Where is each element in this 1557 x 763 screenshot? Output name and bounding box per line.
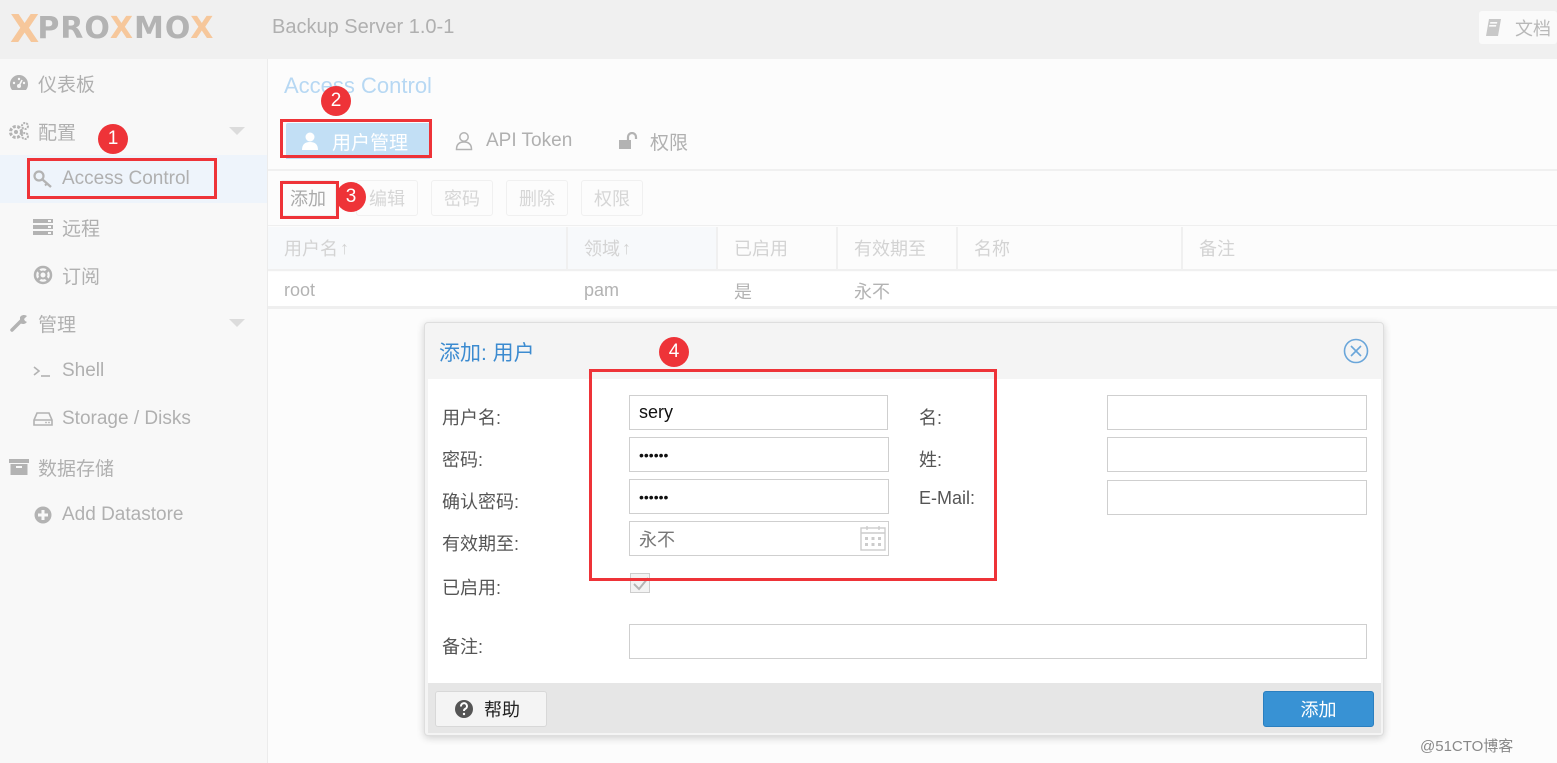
cell-realm: pam <box>584 280 620 300</box>
sidebar-item-label: 数据存储 <box>38 458 115 480</box>
sidebar-item-label: 远程 <box>62 218 101 240</box>
unlock-icon <box>618 131 638 151</box>
product-version: Backup Server 1.0-1 <box>272 16 455 38</box>
column-header-realm[interactable]: 领域 ↑ <box>568 227 718 269</box>
sidebar-item-label: 仪表板 <box>38 74 96 96</box>
lastname-input[interactable] <box>1107 437 1367 472</box>
annotation-marker-1: 1 <box>98 124 128 154</box>
cell-comment <box>1183 272 1557 309</box>
sidebar-item-label: 管理 <box>38 314 77 336</box>
table-row[interactable]: root pam 是 永不 <box>268 272 1557 309</box>
collapse-caret-icon[interactable] <box>229 127 245 135</box>
sidebar-item-dashboard[interactable]: 仪表板 <box>0 59 267 107</box>
close-icon[interactable] <box>1343 338 1369 364</box>
sidebar-item-configuration[interactable]: 配置 <box>0 107 267 155</box>
proxmox-logo: X PROXMOX <box>10 7 215 51</box>
dialog-footer: 帮助 添加 <box>428 683 1381 733</box>
annotation-box-4 <box>589 369 997 581</box>
sidebar-item-shell[interactable]: Shell <box>0 347 267 395</box>
user-outline-icon <box>454 131 474 151</box>
tab-bar: 用户管理 API Token 权限 <box>268 121 1557 171</box>
watermark: @51CTO博客 <box>1420 738 1514 755</box>
permissions-button[interactable]: 权限 <box>581 180 643 216</box>
help-label: 帮助 <box>484 700 520 720</box>
question-circle-icon <box>454 699 474 719</box>
dashboard-icon <box>8 73 30 93</box>
delete-button[interactable]: 删除 <box>506 180 568 216</box>
cell-username: root <box>284 280 316 300</box>
tab-api-token[interactable]: API Token <box>440 123 590 159</box>
gears-icon <box>8 121 30 141</box>
sidebar-item-datastore[interactable]: 数据存储 <box>0 443 267 491</box>
server-icon <box>32 217 54 237</box>
collapse-caret-icon[interactable] <box>229 319 245 327</box>
annotation-marker-4: 4 <box>659 337 689 367</box>
documentation-label: 文档 <box>1515 18 1551 39</box>
plus-circle-icon <box>32 505 54 525</box>
sidebar-item-label: Shell <box>62 360 105 381</box>
cell-expire: 永不 <box>854 281 890 302</box>
wrench-icon <box>8 313 30 333</box>
annotation-box-1 <box>27 158 217 199</box>
comment-label: 备注: <box>442 637 484 657</box>
annotation-box-2 <box>280 119 432 158</box>
enabled-label: 已启用: <box>442 578 502 598</box>
book-icon <box>1485 18 1503 38</box>
annotation-marker-2: 2 <box>321 86 351 116</box>
sidebar-item-label: 配置 <box>38 122 77 144</box>
logo-wordmark: PROXMOX <box>37 11 215 46</box>
sidebar-item-remotes[interactable]: 远程 <box>0 203 267 251</box>
sidebar-item-subscription[interactable]: 订阅 <box>0 251 267 299</box>
tab-label: API Token <box>486 130 573 151</box>
sidebar-item-storage-disks[interactable]: Storage / Disks <box>0 395 267 443</box>
logo-x-mark: X <box>10 7 39 51</box>
tab-label: 权限 <box>650 132 689 154</box>
annotation-box-3 <box>280 181 339 219</box>
password-label: 密码: <box>442 450 484 470</box>
sidebar-item-label: 订阅 <box>62 266 101 288</box>
app-window: X PROXMOX Backup Server 1.0-1 文档 仪表板 配置 <box>0 0 1557 763</box>
firstname-input[interactable] <box>1107 395 1367 430</box>
sidebar-item-label: Storage / Disks <box>62 408 191 429</box>
page-title: Access Control <box>284 73 432 98</box>
sort-asc-icon: ↑ <box>340 237 349 258</box>
comment-input[interactable] <box>629 624 1367 659</box>
cell-enabled: 是 <box>734 281 752 302</box>
column-header-enabled[interactable]: 已启用 <box>718 227 838 269</box>
password-button[interactable]: 密码 <box>431 180 493 216</box>
support-icon <box>32 265 54 285</box>
terminal-icon <box>32 361 54 381</box>
sort-asc-icon: ↑ <box>622 237 631 258</box>
tab-permissions[interactable]: 权限 <box>604 123 714 159</box>
annotation-marker-3: 3 <box>336 182 366 212</box>
sidebar-item-label: Add Datastore <box>62 504 184 525</box>
column-header-username[interactable]: 用户名 ↑ <box>268 227 568 269</box>
sidebar-item-administration[interactable]: 管理 <box>0 299 267 347</box>
documentation-button[interactable]: 文档 <box>1479 11 1557 44</box>
archive-icon <box>8 457 30 477</box>
submit-add-button[interactable]: 添加 <box>1263 691 1374 727</box>
username-label: 用户名: <box>442 408 502 428</box>
grid-header: 用户名 ↑ 领域 ↑ 已启用 有效期至 名称 备注 <box>268 227 1557 271</box>
cell-name <box>958 272 1183 309</box>
column-header-comment[interactable]: 备注 <box>1183 227 1557 269</box>
column-header-expire[interactable]: 有效期至 <box>838 227 958 269</box>
grid-toolbar: 添加 编辑 密码 删除 权限 <box>268 172 1557 226</box>
top-header: X PROXMOX Backup Server 1.0-1 文档 <box>0 0 1557 59</box>
confirm-password-label: 确认密码: <box>442 492 520 512</box>
dialog-title: 添加: 用户 <box>439 342 535 365</box>
column-header-name[interactable]: 名称 <box>958 227 1183 269</box>
sidebar-item-add-datastore[interactable]: Add Datastore <box>0 491 267 539</box>
expire-label: 有效期至: <box>442 534 520 554</box>
email-input[interactable] <box>1107 480 1367 515</box>
help-button[interactable]: 帮助 <box>435 691 547 727</box>
hdd-icon <box>32 409 54 429</box>
